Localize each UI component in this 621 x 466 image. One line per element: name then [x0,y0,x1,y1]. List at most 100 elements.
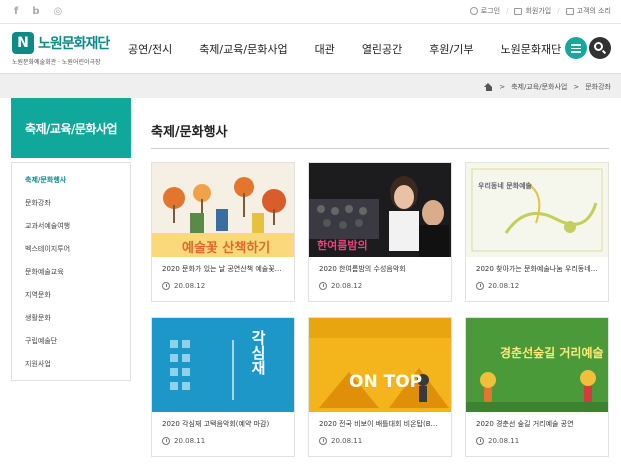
menu-button[interactable] [565,37,587,59]
breadcrumb-item[interactable]: 축제/교육/문화사업 [511,82,567,92]
event-card[interactable]: 예술꽃 산책하기 2020 문화가 있는 날 공연산책 예술꽃… 20.08.1… [151,162,295,302]
breadcrumb-separator: > [499,83,506,91]
thumbnail-text: 경춘선숲길 거리예술 [500,346,604,360]
feedback-label: 고객의 소리 [576,7,611,15]
sidebar-item-festival[interactable]: 축제/문화행사 [12,169,130,192]
user-icon [469,7,478,15]
sidebar-item-support[interactable]: 지원사업 [12,353,130,376]
breadcrumb-separator: > [573,83,580,91]
thumbnail-illustration [152,318,294,412]
hamburger-icon [571,44,581,46]
sidebar-item-arts-education[interactable]: 문화예술교육 [12,261,130,284]
sns-links: f b ◎ [14,6,62,18]
breadcrumb-item[interactable]: 문화강좌 [585,82,611,92]
event-date-text: 20.08.11 [331,437,363,445]
signup-link[interactable]: 회원가입 [514,6,551,16]
clock-icon [319,282,327,290]
event-date-text: 20.08.12 [488,282,520,290]
home-icon[interactable] [484,83,493,91]
thumbnail-illustration [466,163,608,257]
breadcrumb: > 축제/교육/문화사업 > 문화강좌 [484,82,611,92]
event-thumbnail: 우리동네 문화예술 [466,163,608,257]
event-thumbnail: 예술꽃 산책하기 [152,163,294,257]
instagram-icon[interactable]: ◎ [54,6,63,18]
event-title[interactable]: 2020 문화가 있는 날 공연산책 예술꽃… [162,264,287,274]
thumbnail-text: 각심재 [249,330,267,375]
divider: / [506,7,509,15]
logo-name: 노원문화재단 [38,36,110,52]
nav-item-open-space[interactable]: 열린공간 [362,41,402,57]
sidebar-item-local-culture[interactable]: 지역문화 [12,284,130,307]
logo-mark: N [12,32,34,54]
event-date: 20.08.11 [476,437,519,445]
sidebar-item-living-culture[interactable]: 생활문화 [12,307,130,330]
event-date: 20.08.11 [319,437,362,445]
utility-links: 로그인 / 회원가입 / 고객의 소리 [469,6,611,16]
event-thumbnail: 각심재 [152,318,294,412]
thumbnail-text: 우리동네 문화예술 [478,182,532,190]
event-date-text: 20.08.12 [331,282,363,290]
nav-item-donation[interactable]: 후원/기부 [429,41,473,57]
search-button[interactable] [589,37,611,59]
clock-icon [476,437,484,445]
event-card[interactable]: 각심재 2020 각심재 고택음악회(예약 마감) 20.08.11 [151,317,295,457]
nav-item-rental[interactable]: 대관 [315,41,335,57]
signup-label: 회원가입 [525,7,552,15]
event-date-text: 20.08.12 [174,282,206,290]
sidebar-item-textbook-trip[interactable]: 교과서예술여행 [12,215,130,238]
event-title[interactable]: 2020 경춘선 숲길 거리예술 공연 [476,419,601,429]
event-title[interactable]: 2020 한여름밤의 수성음악회 [319,264,444,274]
nav-item-foundation[interactable]: 노원문화재단 [500,41,561,57]
utility-bar: f b ◎ 로그인 / 회원가입 / 고객의 소리 [0,0,621,24]
event-date: 20.08.12 [319,282,362,290]
nav-item-performance[interactable]: 공연/전시 [128,41,172,57]
main-nav: 공연/전시 축제/교육/문화사업 대관 열린공간 후원/기부 노원문화재단 [128,41,561,57]
facebook-icon[interactable]: f [14,6,18,18]
title-divider [151,148,609,149]
sidebar-item-arts-group[interactable]: 구립예술단 [12,330,130,353]
login-label: 로그인 [480,7,501,15]
event-date: 20.08.12 [162,282,205,290]
event-card[interactable]: 경춘선숲길 거리예술 2020 경춘선 숲길 거리예술 공연 20.08.11 [465,317,609,457]
sidebar-title: 축제/교육/문화사업 [11,98,131,158]
event-title[interactable]: 2020 각심재 고택음악회(예약 마감) [162,419,287,429]
breadcrumb-bar: > 축제/교육/문화사업 > 문화강좌 [0,74,621,98]
sidebar-item-backstage-tour[interactable]: 벡스테이지투어 [12,238,130,261]
sidebar-nav: 축제/문화행사 문화강좌 교과서예술여행 벡스테이지투어 문화예술교육 지역문화… [11,162,131,381]
clock-icon [319,437,327,445]
hamburger-icon [571,51,581,53]
login-link[interactable]: 로그인 [469,6,501,16]
feedback-link[interactable]: 고객의 소리 [565,6,611,16]
event-date-text: 20.08.11 [174,437,206,445]
event-date: 20.08.12 [476,282,519,290]
event-date-text: 20.08.11 [488,437,520,445]
sidebar-item-class[interactable]: 문화강좌 [12,192,130,215]
event-card[interactable]: 우리동네 문화예술 2020 찾아가는 문화예술나눔 우리동네… 20.08.1… [465,162,609,302]
header: N 노원문화재단 노원문화예술회관 · 노원어린이극장 공연/전시 축제/교육/… [0,24,621,74]
thumbnail-illustration [466,318,608,412]
clock-icon [162,282,170,290]
clock-icon [476,282,484,290]
nav-item-festival[interactable]: 축제/교육/문화사업 [199,41,287,57]
hamburger-icon [571,47,581,49]
event-title[interactable]: 2020 찾아가는 문화예술나눔 우리동네… [476,264,601,274]
event-date: 20.08.11 [162,437,205,445]
event-thumbnail: ON TOP [309,318,451,412]
event-title[interactable]: 2020 전국 비보이 배틀대회 비온탑(B… [319,419,444,429]
blog-icon[interactable]: b [32,6,39,18]
thumbnail-text: 예술꽃 산책하기 [182,241,271,256]
event-card[interactable]: ON TOP 2020 전국 비보이 배틀대회 비온탑(B… 20.08.11 [308,317,452,457]
thumbnail-text: 한여름밤의 [317,239,368,252]
event-thumbnail: 경춘선숲길 거리예술 [466,318,608,412]
divider: / [557,7,560,15]
chat-icon [565,7,574,15]
clock-icon [162,437,170,445]
search-icon-handle [601,49,607,55]
event-card[interactable]: 한여름밤의 2020 한여름밤의 수성음악회 20.08.12 [308,162,452,302]
page-title: 축제/문화행사 [151,125,228,140]
edit-icon [514,7,523,15]
thumbnail-text: ON TOP [349,372,423,392]
logo-subtitle: 노원문화예술회관 · 노원어린이극장 [12,59,101,66]
thumbnail-illustration [309,318,451,412]
event-thumbnail: 한여름밤의 [309,163,451,257]
